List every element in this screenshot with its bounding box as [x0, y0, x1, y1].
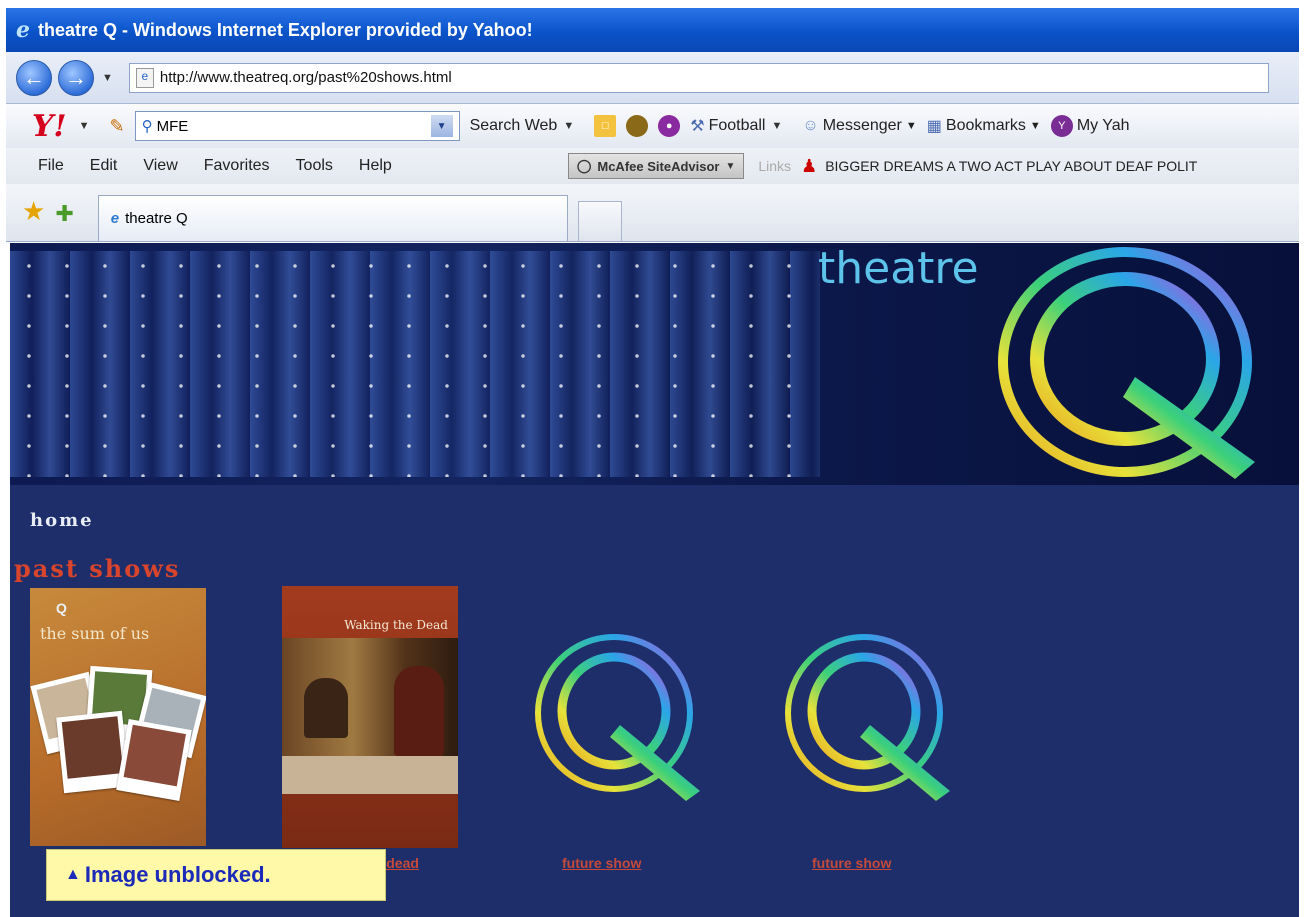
menu-favorites[interactable]: Favorites [204, 157, 270, 175]
site-banner: theatre [10, 243, 1299, 485]
window-titlebar: e theatre Q - Windows Internet Explorer … [6, 8, 1299, 52]
ie-page-icon: e [110, 210, 120, 227]
page-icon: e [135, 67, 154, 88]
links-label: Links [758, 158, 792, 174]
bookmarks-label: Bookmarks [945, 117, 1026, 134]
football-button[interactable]: ⚒ Football ▼ [690, 116, 792, 136]
mcafee-label: McAfee SiteAdvisor [597, 158, 720, 174]
my-yahoo-label: My Yah [1076, 117, 1130, 134]
menu-edit[interactable]: Edit [90, 157, 118, 175]
search-web-button[interactable]: Search Web ▼ [470, 117, 585, 135]
yahoo-toolbar: Y! ▼ ✎ ⚲ ▼ Search Web ▼ □ ● ⚒ Football ▼… [6, 104, 1299, 148]
poster-scene-image [282, 638, 458, 794]
football-icon: ⚒ [690, 118, 705, 135]
person-icon: ♟ [801, 155, 818, 176]
football-label: Football [708, 117, 766, 134]
poster-title: the sum of us [40, 624, 150, 643]
future-show-logo-icon[interactable] [784, 633, 954, 803]
pencil-icon[interactable]: ✎ [109, 116, 124, 137]
forward-button[interactable]: → [58, 59, 94, 96]
tab-theatre-q[interactable]: e theatre Q [97, 195, 568, 241]
podcast-icon[interactable]: ● [658, 115, 681, 137]
banner-word: theatre [818, 243, 979, 294]
photo-image [116, 718, 192, 802]
links-item[interactable]: BIGGER DREAMS A TWO ACT PLAY ABOUT DEAF … [825, 158, 1197, 174]
yahoo-menu-dropdown-icon[interactable]: ▼ [79, 120, 90, 132]
mcafee-siteadvisor-button[interactable]: ◯ McAfee SiteAdvisor ▼ [567, 153, 745, 179]
my-yahoo-button[interactable]: Y My Yah [1050, 115, 1130, 137]
add-favorites-icon[interactable]: ✚ [55, 201, 73, 227]
search-icon: ⚲ [141, 118, 153, 135]
messenger-label: Messenger [822, 117, 902, 134]
menu-view[interactable]: View [143, 157, 177, 175]
my-yahoo-icon: Y [1050, 115, 1073, 137]
poster-title: Waking the Dead [344, 618, 448, 632]
coin-icon[interactable] [626, 115, 649, 137]
window-title: theatre Q - Windows Internet Explorer pr… [38, 19, 533, 40]
chevron-down-icon: ▼ [563, 120, 575, 132]
curtain-image [10, 251, 820, 477]
page-content: theatre home past shows Q the sum of us [10, 243, 1299, 917]
history-dropdown-icon[interactable]: ▼ [102, 72, 113, 84]
yahoo-search-field[interactable]: ⚲ ▼ [134, 111, 460, 141]
messenger-button[interactable]: ☺ Messenger ▼ [802, 117, 916, 135]
bookmarks-button[interactable]: ▦ Bookmarks ▼ [927, 116, 1041, 136]
chevron-down-icon: ▼ [905, 120, 917, 132]
caption-link[interactable]: future show [812, 855, 891, 871]
caption-link[interactable]: future show [562, 855, 641, 871]
chevron-down-icon: ▼ [1029, 120, 1041, 132]
yahoo-logo-icon[interactable]: Y! [32, 109, 67, 144]
mcafee-icon: ◯ [576, 158, 592, 173]
ie-logo-icon: e [16, 17, 30, 43]
triangle-up-icon: ▲ [65, 866, 81, 883]
theatre-q-logo-icon [998, 247, 1255, 479]
search-web-label: Search Web [469, 117, 558, 134]
poster-logo: Q [56, 600, 67, 616]
tab-label: theatre Q [125, 210, 188, 227]
notice-text: Image unblocked. [84, 862, 271, 887]
address-bar-row: ← → ▼ e http://www.theatreq.org/past%20s… [6, 52, 1299, 104]
menu-bar: File Edit View Favorites Tools Help ◯ Mc… [6, 148, 1299, 184]
url-text: http://www.theatreq.org/past%20shows.htm… [159, 69, 452, 86]
tab-bar: ★ ✚ e theatre Q [6, 184, 1299, 242]
menu-help[interactable]: Help [359, 157, 392, 175]
new-tab-button[interactable] [577, 201, 622, 241]
poster-the-sum-of-us[interactable]: Q the sum of us [30, 588, 206, 846]
chevron-down-icon: ▼ [725, 160, 736, 172]
menu-tools[interactable]: Tools [296, 157, 333, 175]
chevron-down-icon: ▼ [771, 120, 783, 132]
back-button[interactable]: ← [16, 59, 52, 96]
future-show-logo-icon[interactable] [534, 633, 704, 803]
messenger-icon: ☺ [802, 117, 819, 134]
image-unblocked-notice[interactable]: ▲ Image unblocked. [46, 849, 386, 901]
favorites-star-icon[interactable]: ★ [22, 196, 45, 227]
address-field[interactable]: e http://www.theatreq.org/past%20shows.h… [128, 62, 1269, 93]
yahoo-search-input[interactable] [156, 117, 427, 135]
bookmarks-icon: ▦ [926, 118, 942, 135]
home-link[interactable]: home [30, 510, 94, 531]
menu-file[interactable]: File [38, 157, 64, 175]
window-icon[interactable]: □ [594, 115, 617, 137]
section-title: past shows [14, 554, 181, 583]
search-dropdown-icon[interactable]: ▼ [430, 115, 453, 137]
poster-waking-the-dead[interactable]: Waking the Dead [282, 586, 458, 848]
